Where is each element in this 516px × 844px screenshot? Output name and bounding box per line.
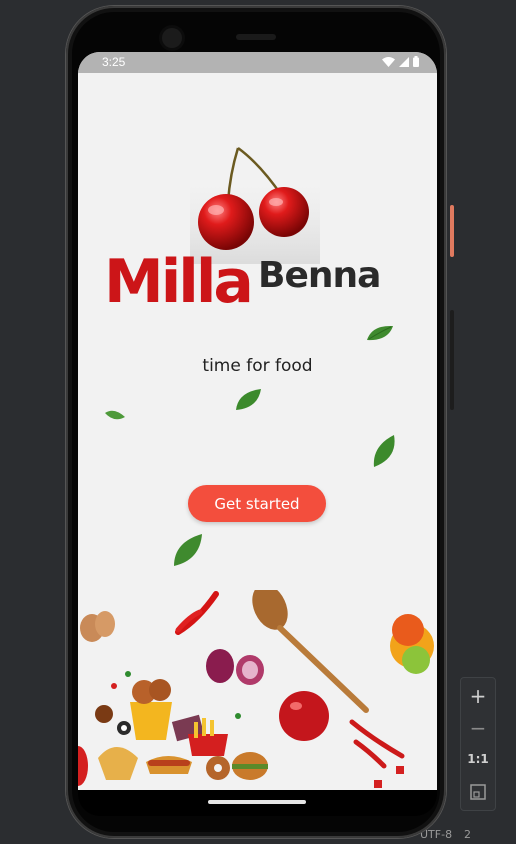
brand-logo-secondary: Benna: [258, 255, 381, 296]
leaf-icon: [105, 410, 125, 420]
battery-icon: [413, 56, 419, 67]
volume-rocker[interactable]: [450, 310, 454, 410]
leaf-icon: [236, 389, 261, 410]
front-camera: [162, 28, 182, 48]
wifi-icon: [382, 56, 395, 67]
signal-icon: [399, 56, 409, 67]
tagline: time for food: [202, 356, 313, 376]
brand-logo-primary: Milla: [104, 247, 254, 317]
earpiece: [236, 34, 276, 40]
status-time: 3:25: [102, 55, 126, 69]
app-screen: 3:25 Milla Benna time for food Get start…: [78, 52, 437, 790]
leaf-icon: [367, 325, 393, 341]
ide-status-fragment: UTF-8: [420, 828, 453, 841]
actual-size-button[interactable]: 1:1: [461, 752, 495, 766]
leaf-icon: [373, 435, 395, 467]
status-icons: [382, 56, 419, 67]
navigation-bar: [78, 790, 437, 816]
power-button[interactable]: [450, 205, 454, 257]
home-indicator[interactable]: [208, 800, 306, 804]
cherry-illustration: [190, 146, 320, 264]
food-illustration: [78, 590, 434, 788]
leaf-icon: [174, 534, 202, 566]
zoom-fit-icon[interactable]: [470, 784, 486, 800]
zoom-in-button[interactable]: +: [461, 684, 495, 708]
get-started-button[interactable]: Get started: [188, 485, 326, 522]
zoom-out-button[interactable]: −: [461, 716, 495, 740]
ide-status-fragment: 2: [464, 828, 471, 841]
emulator-zoom-panel: + − 1:1: [460, 677, 496, 811]
android-status-bar: 3:25: [78, 52, 437, 73]
